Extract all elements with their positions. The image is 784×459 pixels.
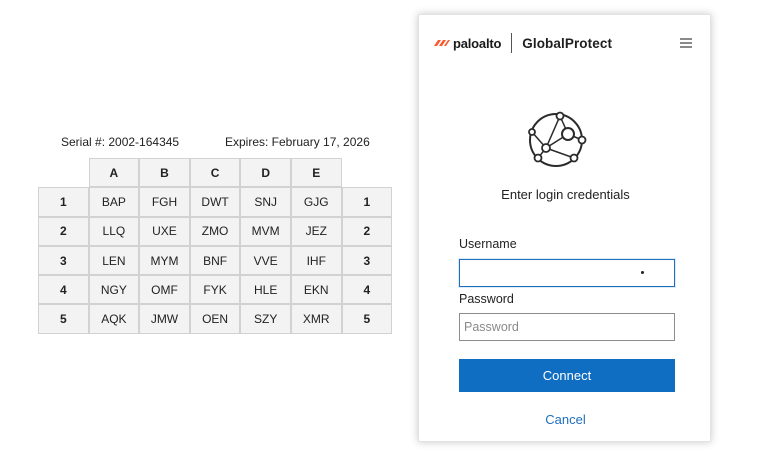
grid-cell: MYM	[139, 245, 190, 276]
connect-button[interactable]: Connect	[459, 359, 675, 392]
expiration-date: Expires: February 17, 2026	[225, 135, 370, 149]
paloalto-logo-text: paloalto	[453, 35, 502, 51]
grid-row-header: 1	[38, 187, 89, 217]
grid-row-header: 2	[341, 216, 393, 246]
serial-number: Serial #: 2002-164345	[61, 135, 180, 149]
product-name: GlobalProtect	[522, 35, 613, 51]
grid-cell: UXE	[139, 216, 190, 246]
grid-row: 2 LLQ UXE ZMO MVM JEZ 2	[38, 216, 393, 246]
grid-cell: ZMO	[189, 216, 241, 246]
grid-row-header: 5	[341, 304, 393, 334]
grid-cell: GJG	[290, 187, 342, 217]
grid-corner-blank	[341, 158, 393, 188]
grid-row: 1 BAP FGH DWT SNJ GJG 1	[38, 187, 393, 217]
grid-row: 3 LEN MYM BNF VVE IHF 3	[38, 245, 393, 276]
username-label: Username	[459, 237, 517, 251]
paloalto-logo: paloalto	[433, 36, 501, 51]
password-label: Password	[459, 292, 514, 306]
grid-column-header: D	[240, 158, 291, 188]
grid-cell: JEZ	[290, 216, 342, 246]
grid-column-header: E	[290, 158, 342, 188]
grid-cell: FGH	[139, 187, 190, 217]
login-prompt: Enter login credentials	[501, 187, 630, 202]
grid-cell: IHF	[290, 245, 342, 276]
text-cursor	[641, 271, 644, 274]
brand-header: paloalto GlobalProtect	[433, 33, 612, 53]
grid-cell: VVE	[240, 245, 291, 276]
grid-cell: HLE	[240, 275, 291, 305]
grid-column-header: B	[139, 158, 190, 188]
grid-cell: EKN	[290, 275, 342, 305]
globalprotect-login-window: paloalto GlobalProtect Enter login crede…	[418, 14, 711, 442]
grid-cell: SZY	[240, 304, 291, 334]
grid-cell: BAP	[88, 187, 140, 217]
grid-cell: LEN	[88, 245, 140, 276]
grid-cell: NGY	[88, 275, 140, 305]
grid-row-header: 5	[38, 304, 89, 334]
grid-column-header: C	[189, 158, 241, 188]
grid-row: 4 NGY OMF FYK HLE EKN 4	[38, 275, 393, 305]
grid-card-table: A B C D E 1 BAP FGH DWT SNJ GJG 1 2 LLQ …	[38, 158, 393, 334]
grid-row: 5 AQK JMW OEN SZY XMR 5	[38, 304, 393, 334]
grid-cell: MVM	[240, 216, 291, 246]
grid-cell: XMR	[290, 304, 342, 334]
brand-divider	[511, 33, 513, 53]
grid-cell: DWT	[189, 187, 241, 217]
grid-cell: SNJ	[240, 187, 291, 217]
hamburger-menu-icon[interactable]	[680, 38, 692, 48]
network-globe-icon	[528, 111, 587, 167]
grid-cell: BNF	[189, 245, 241, 276]
grid-header-row: A B C D E	[38, 158, 393, 188]
password-input[interactable]	[459, 313, 675, 341]
grid-row-header: 4	[38, 275, 89, 305]
grid-cell: FYK	[189, 275, 241, 305]
grid-row-header: 1	[341, 187, 393, 217]
grid-row-header: 4	[341, 275, 393, 305]
grid-cell: AQK	[88, 304, 140, 334]
grid-row-header: 2	[38, 216, 89, 246]
cancel-link[interactable]: Cancel	[419, 412, 712, 427]
grid-cell: LLQ	[88, 216, 140, 246]
grid-column-header: A	[88, 158, 140, 188]
grid-corner-blank	[38, 158, 89, 188]
grid-cell: JMW	[139, 304, 190, 334]
grid-row-header: 3	[341, 245, 393, 276]
grid-cell: OEN	[189, 304, 241, 334]
paloalto-logo-mark-icon	[434, 40, 450, 46]
grid-row-header: 3	[38, 245, 89, 276]
grid-cell: OMF	[139, 275, 190, 305]
